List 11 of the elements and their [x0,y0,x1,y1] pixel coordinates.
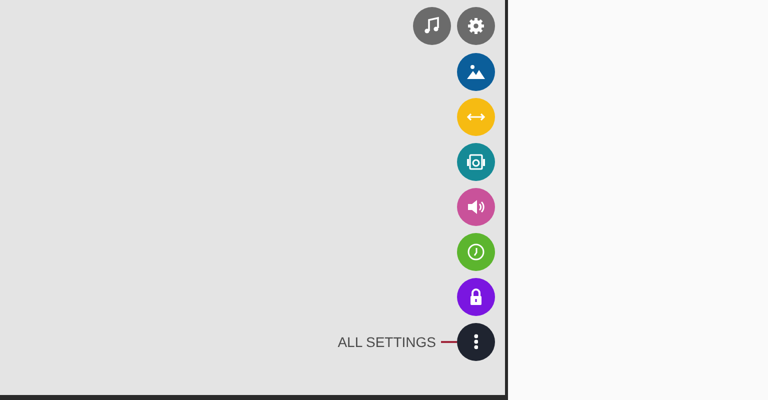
speaker-button[interactable] [457,143,495,181]
music-note-button[interactable] [413,7,451,45]
settings-button[interactable] [457,7,495,45]
more-button[interactable] [457,323,495,361]
volume-button[interactable] [457,188,495,226]
lock-button[interactable] [457,278,495,316]
more-icon [474,334,478,350]
leader-line [441,341,457,343]
mountain-button[interactable] [457,53,495,91]
clock-button[interactable] [457,233,495,271]
menu-label: ALL SETTINGS [338,334,436,350]
